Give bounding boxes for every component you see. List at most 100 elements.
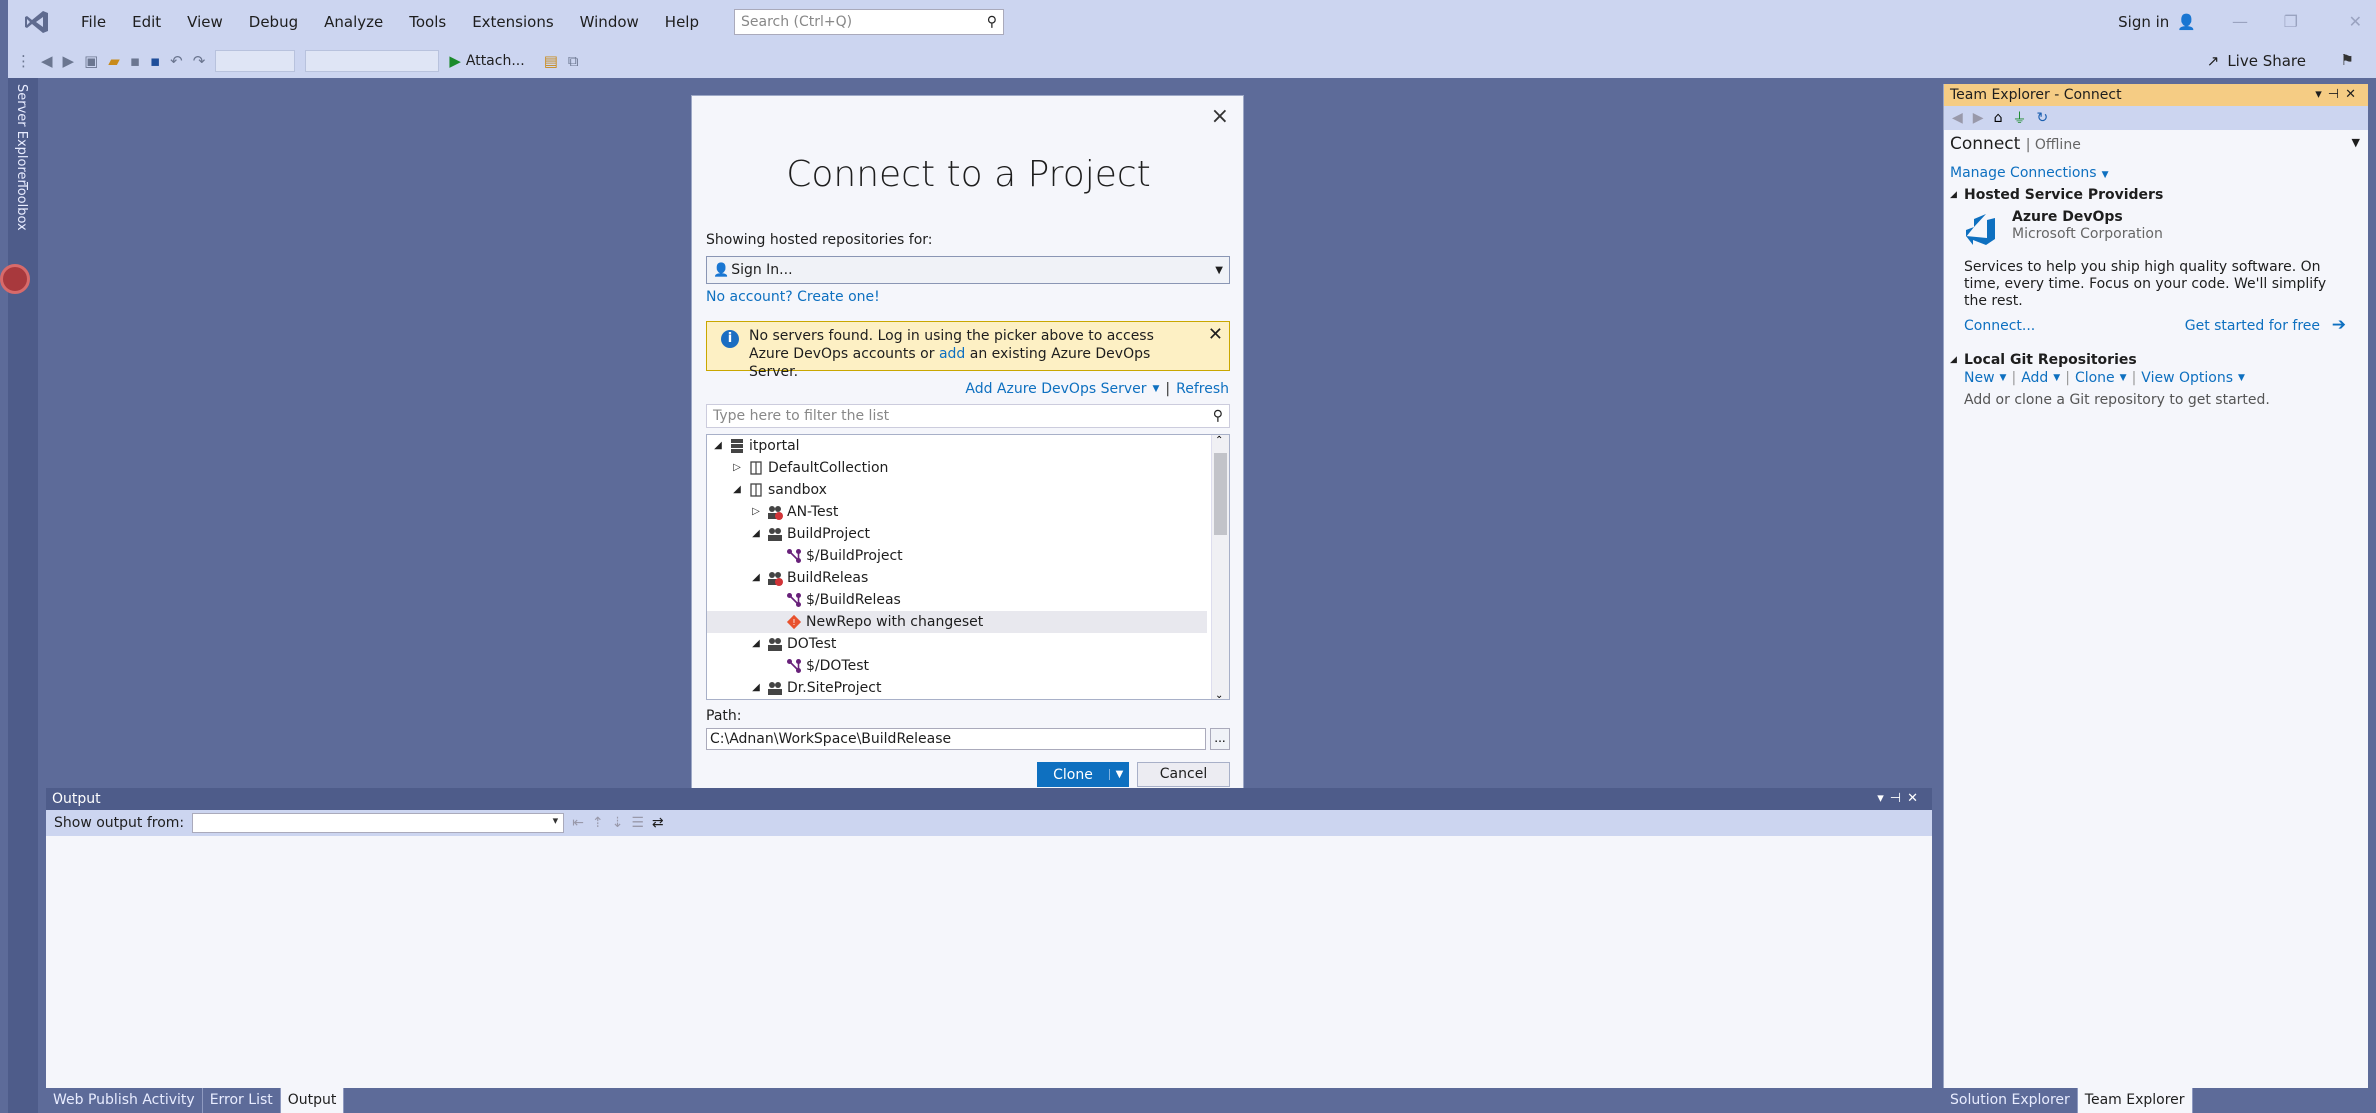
expander-triangle-icon[interactable]: ◢	[749, 523, 763, 545]
new-project-icon[interactable]: ▣	[84, 52, 98, 70]
record-icon[interactable]	[0, 264, 30, 294]
chevron-down-icon[interactable]: ▼	[2102, 170, 2109, 180]
menu-analyze[interactable]: Analyze	[311, 0, 396, 44]
account-picker[interactable]: 👤 Sign In... ▼	[706, 256, 1230, 284]
expander-triangle-icon[interactable]: ◢	[749, 633, 763, 655]
expander-triangle-icon[interactable]: ▷	[730, 457, 744, 479]
forward-icon[interactable]: ▶	[63, 52, 75, 70]
view-options-link[interactable]: View Options	[2141, 370, 2233, 386]
tree-item[interactable]: ▷ AN-Test	[707, 501, 1207, 523]
scroll-up-icon[interactable]: ⌃	[1215, 435, 1223, 446]
solution-configuration-select[interactable]	[215, 50, 296, 72]
next-message-icon[interactable]: ⇣	[612, 815, 624, 831]
tree-item[interactable]: ◢ sandbox	[707, 479, 1207, 501]
scrollbar-thumb[interactable]	[1214, 453, 1227, 535]
tree-item[interactable]: $/BuildReleas	[707, 589, 1207, 611]
tree-item[interactable]: ◢ BuildProject	[707, 523, 1207, 545]
browse-button[interactable]: ...	[1210, 728, 1230, 750]
connect-link[interactable]: Connect...	[1964, 318, 2035, 334]
expander-triangle-icon[interactable]: ◢	[711, 435, 725, 457]
minimize-icon[interactable]: —	[2232, 12, 2248, 31]
find-message-icon[interactable]: ⇤	[572, 815, 584, 831]
start-icon[interactable]: ▶	[449, 52, 461, 70]
create-account-link[interactable]: No account? Create one!	[706, 289, 880, 305]
chevron-down-icon[interactable]: ▼	[1109, 769, 1129, 780]
clone-button[interactable]: Clone ▼	[1037, 762, 1129, 787]
refresh-link[interactable]: Refresh	[1176, 381, 1229, 397]
undo-icon[interactable]: ↶	[170, 52, 183, 70]
clear-all-icon[interactable]: ☰	[631, 815, 644, 831]
screenshot-icon[interactable]: ⧉	[568, 52, 579, 70]
panel-controls-icon[interactable]: ▾⊣✕	[1877, 788, 1924, 810]
add-repo-link[interactable]: Add	[2021, 370, 2048, 386]
tree-item[interactable]: ◢ DOTest	[707, 633, 1207, 655]
save-icon[interactable]: ▪	[130, 52, 140, 70]
scroll-down-icon[interactable]: ⌄	[1215, 690, 1223, 699]
expander-triangle-icon[interactable]: ▷	[749, 501, 763, 523]
forward-icon[interactable]: ▶	[1973, 110, 1984, 126]
filter-input[interactable]: Type here to filter the list ⚲	[706, 404, 1230, 428]
tab-team-explorer[interactable]: Team Explorer	[2077, 1088, 2193, 1113]
chevron-down-icon[interactable]: ▼	[2120, 373, 2127, 383]
manage-connections-link[interactable]: Manage Connections	[1950, 165, 2097, 181]
tab-solution-explorer[interactable]: Solution Explorer	[1943, 1088, 2078, 1113]
tree-item[interactable]: ◢ itportal	[707, 435, 1207, 457]
menu-view[interactable]: View	[174, 0, 236, 44]
find-in-files-icon[interactable]: ▤	[544, 52, 558, 70]
close-window-icon[interactable]: ✕	[2349, 12, 2362, 31]
search-input[interactable]: Search (Ctrl+Q) ⚲	[734, 9, 1004, 35]
tree-item[interactable]: ▷ DefaultCollection	[707, 457, 1207, 479]
prev-message-icon[interactable]: ⇡	[592, 815, 604, 831]
expander-triangle-icon[interactable]: ◢	[749, 677, 763, 699]
redo-icon[interactable]: ↷	[193, 52, 206, 70]
chevron-down-icon[interactable]: ▼	[2053, 373, 2060, 383]
add-azure-devops-server-link[interactable]: Add Azure DevOps Server	[965, 381, 1146, 397]
tab-output[interactable]: Output	[280, 1088, 345, 1113]
new-repo-link[interactable]: New	[1964, 370, 1995, 386]
menu-window[interactable]: Window	[567, 0, 652, 44]
tree-scrollbar[interactable]: ⌃ ⌄	[1211, 435, 1229, 699]
local-repos-section-header[interactable]: ◢ Local Git Repositories	[1944, 352, 2368, 368]
attach-button[interactable]: Attach...	[466, 53, 525, 69]
add-server-inline-link[interactable]: add	[939, 346, 965, 362]
tree-item[interactable]: $/BuildProject	[707, 545, 1207, 567]
close-warning-icon[interactable]: ✕	[1208, 326, 1223, 344]
chevron-down-icon[interactable]: ▼	[2238, 373, 2245, 383]
open-folder-icon[interactable]: ▰	[108, 52, 120, 70]
get-started-link[interactable]: Get started for free	[2185, 318, 2320, 334]
maximize-icon[interactable]: ❐	[2284, 12, 2298, 31]
hosted-section-header[interactable]: ◢ Hosted Service Providers	[1944, 187, 2368, 203]
refresh-icon[interactable]: ↻	[2036, 110, 2048, 126]
solution-platform-select[interactable]	[305, 50, 440, 72]
back-icon[interactable]: ◀	[1952, 110, 1963, 126]
plug-icon[interactable]: ⏚	[2012, 108, 2026, 128]
chevron-down-icon[interactable]: ▼	[1152, 384, 1159, 394]
path-input[interactable]: C:\Adnan\WorkSpace\BuildRelease	[706, 728, 1206, 750]
panel-controls-icon[interactable]: ▾⊣✕	[2315, 84, 2362, 106]
word-wrap-icon[interactable]: ⇄	[652, 815, 664, 831]
expander-triangle-icon[interactable]: ◢	[749, 567, 763, 589]
home-icon[interactable]: ⌂	[1994, 110, 2003, 126]
cancel-button[interactable]: Cancel	[1137, 762, 1230, 787]
tree-item[interactable]: ! NewRepo with changeset	[707, 611, 1207, 633]
menu-tools[interactable]: Tools	[396, 0, 459, 44]
tab-error-list[interactable]: Error List	[203, 1088, 281, 1113]
feedback-icon[interactable]: ⚑	[2341, 51, 2354, 69]
toolbox-tab[interactable]: Toolbox	[14, 182, 29, 231]
chevron-down-icon[interactable]: ▼	[2352, 136, 2360, 149]
menu-extensions[interactable]: Extensions	[459, 0, 566, 44]
tab-web-publish-activity[interactable]: Web Publish Activity	[46, 1088, 203, 1113]
chevron-down-icon[interactable]: ▼	[2000, 373, 2007, 383]
arrow-circle-icon[interactable]: ➔	[2332, 315, 2346, 335]
menu-help[interactable]: Help	[652, 0, 712, 44]
tree-item[interactable]: ◢ BuildReleas	[707, 567, 1207, 589]
output-source-select[interactable]	[192, 813, 565, 833]
expander-triangle-icon[interactable]: ◢	[730, 479, 744, 501]
clone-repo-link[interactable]: Clone	[2075, 370, 2115, 386]
live-share-button[interactable]: ↗ Live Share	[2207, 44, 2306, 78]
tree-item[interactable]: ◢ Dr.SiteProject	[707, 677, 1207, 699]
tree-item[interactable]: $/DOTest	[707, 655, 1207, 677]
server-explorer-tab[interactable]: Server Explorer	[14, 84, 29, 185]
back-icon[interactable]: ◀	[41, 52, 53, 70]
dialog-close-icon[interactable]: ×	[1211, 104, 1229, 129]
